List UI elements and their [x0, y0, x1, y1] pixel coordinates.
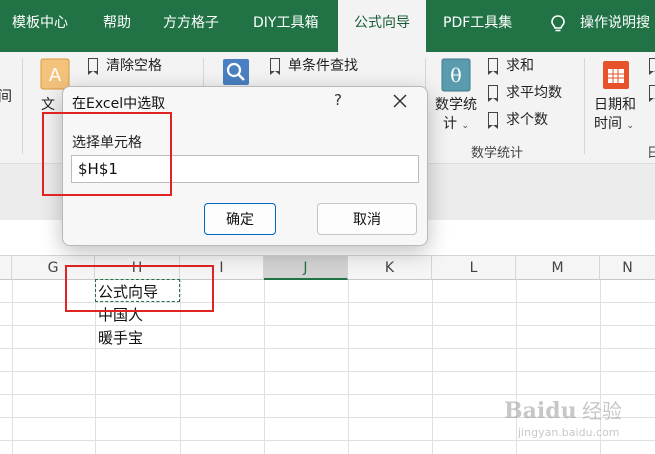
ok-button[interactable]: 确定 — [204, 203, 276, 235]
baidu-watermark-logo: Baidu 经验 jingyan.baidu.com — [504, 398, 622, 439]
highlight-box-cell — [65, 265, 214, 312]
count-button[interactable]: 求个数 — [488, 109, 548, 131]
bookmark-icon — [488, 58, 498, 75]
datetime-label-line2: 时间 ⌄ — [594, 116, 634, 132]
bookmark-icon — [88, 58, 98, 75]
gridline — [432, 280, 433, 454]
bookmark-icon[interactable] — [649, 82, 655, 104]
average-button[interactable]: 求平均数 — [488, 82, 562, 104]
datetime-label[interactable]: 日期和 时间 ⌄ — [594, 96, 642, 136]
gridline — [264, 280, 265, 454]
watermark-url: jingyan.baidu.com — [517, 426, 620, 439]
gridline — [0, 348, 655, 349]
gridline — [12, 280, 13, 454]
cell-h3[interactable]: 暖手宝 — [98, 327, 143, 348]
tab-formula-wizard[interactable]: 公式向导 — [338, 0, 426, 52]
calendar-icon[interactable] — [602, 58, 630, 90]
close-icon[interactable] — [385, 87, 415, 115]
column-header-k[interactable]: K — [348, 256, 432, 280]
text-tool-icon[interactable]: A — [40, 58, 70, 90]
chevron-down-icon: ⌄ — [461, 121, 469, 131]
math-stats-label-line2: 计 ⌄ — [443, 116, 469, 132]
date-group-name: 日 — [647, 146, 655, 161]
gridline — [348, 280, 349, 454]
ribbon-separator — [22, 58, 23, 154]
gridline — [0, 371, 655, 372]
ribbon-tab-bar: 模板中心 帮助 方方格子 DIY工具箱 公式向导 PDF工具集 操作说明搜 — [0, 0, 655, 52]
chevron-down-icon: ⌄ — [626, 121, 634, 131]
sum-button[interactable]: 求和 — [488, 55, 534, 77]
tab-pdf-tools[interactable]: PDF工具集 — [443, 0, 512, 52]
cancel-button[interactable]: 取消 — [317, 203, 417, 235]
average-label: 求平均数 — [506, 85, 562, 101]
watermark-brand-cn: 经验 — [582, 399, 622, 423]
bookmark-icon — [488, 112, 498, 129]
svg-text:A: A — [49, 65, 62, 86]
ribbon-cutoff-left: 间 — [0, 89, 12, 105]
tab-template-center[interactable]: 模板中心 — [12, 0, 68, 52]
clear-spaces-button[interactable]: 清除空格 — [88, 55, 162, 77]
highlight-box-dialog — [42, 112, 172, 196]
math-stats-label[interactable]: 数学统 计 ⌄ — [434, 96, 478, 136]
help-button[interactable]: ? — [334, 91, 342, 109]
dialog-title: 在Excel中选取 — [72, 96, 166, 112]
lightbulb-icon[interactable] — [548, 14, 568, 34]
clear-spaces-label: 清除空格 — [106, 58, 162, 74]
bookmark-icon[interactable] — [649, 55, 655, 77]
tab-diy-toolbox[interactable]: DIY工具箱 — [253, 0, 318, 52]
lookup-icon[interactable] — [222, 58, 250, 86]
bookmark-icon — [270, 58, 280, 75]
count-label: 求个数 — [506, 112, 548, 128]
svg-text:θ: θ — [450, 65, 461, 87]
column-header-j[interactable]: J — [264, 256, 348, 280]
math-group-name: 数学统计 — [471, 146, 524, 161]
sum-label: 求和 — [506, 58, 534, 74]
math-stats-label-line1: 数学统 — [435, 97, 477, 113]
datetime-label-line1: 日期和 — [594, 97, 636, 113]
column-header-l[interactable]: L — [432, 256, 516, 280]
tab-fangfang[interactable]: 方方格子 — [163, 0, 219, 52]
watermark-brand: Baidu — [504, 398, 577, 424]
tab-tell-me[interactable]: 操作说明搜 — [580, 0, 650, 52]
column-header-partial[interactable] — [0, 256, 12, 280]
ribbon-separator — [584, 58, 585, 154]
single-lookup-button[interactable]: 单条件查找 — [270, 55, 358, 77]
gridline — [0, 325, 655, 326]
single-lookup-label: 单条件查找 — [288, 58, 358, 74]
column-header-m[interactable]: M — [516, 256, 600, 280]
bookmark-icon — [488, 85, 498, 102]
tab-help[interactable]: 帮助 — [103, 0, 131, 52]
column-header-n[interactable]: N — [600, 256, 655, 280]
theta-icon[interactable]: θ — [441, 58, 471, 92]
